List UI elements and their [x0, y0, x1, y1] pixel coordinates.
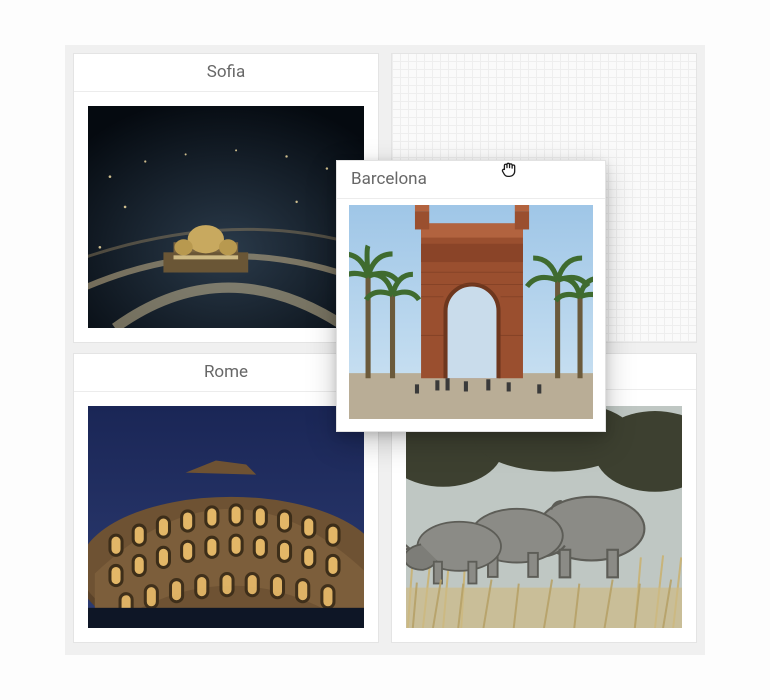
card-title: Sofia: [74, 54, 378, 92]
card-rome[interactable]: Rome: [73, 353, 379, 643]
card-title: Barcelona: [337, 161, 605, 199]
card-sofia[interactable]: Sofia: [73, 53, 379, 343]
card-image: [88, 106, 364, 328]
card-image: [88, 406, 364, 628]
card-image: [406, 406, 682, 628]
card-barcelona-dragging[interactable]: Barcelona: [336, 160, 606, 432]
card-title: Rome: [74, 354, 378, 392]
card-image: [349, 205, 593, 419]
